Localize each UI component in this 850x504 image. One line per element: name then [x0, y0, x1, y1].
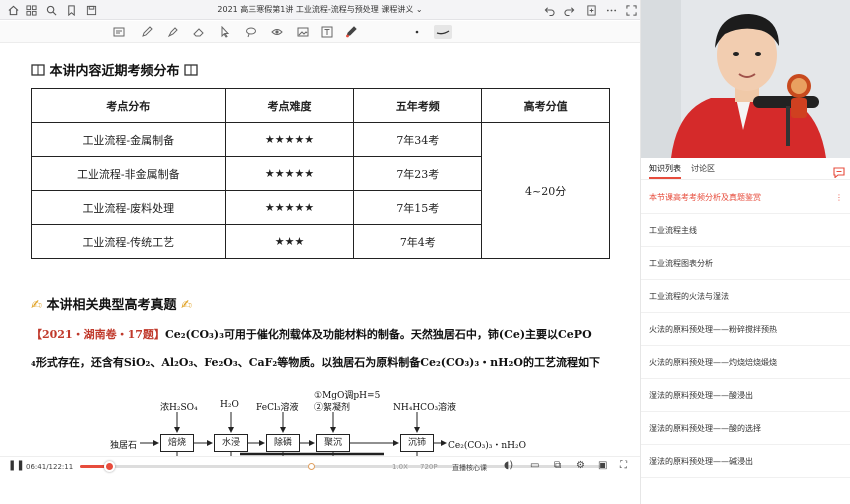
document-title: 2021 高三寒假第1讲 工业流程-流程与预处理 课程讲义 ⌄ — [200, 4, 440, 15]
progress-bar[interactable] — [80, 461, 600, 472]
home-icon[interactable] — [6, 3, 20, 17]
highlighter-icon[interactable] — [166, 25, 180, 39]
list-item[interactable]: 湿法的原料预处理——酸浸出 — [641, 379, 850, 412]
progress-handle[interactable] — [103, 461, 115, 472]
search-icon[interactable] — [44, 3, 58, 17]
list-item[interactable]: 湿法的原料预处理——酸的选择 — [641, 412, 850, 445]
chat-icon[interactable] — [833, 163, 845, 182]
eye-icon[interactable] — [270, 25, 284, 39]
chevron-down-icon[interactable]: ⌄ — [416, 5, 423, 14]
tab-knowledge-list[interactable]: 知识列表 — [649, 163, 681, 179]
right-panel: 知识列表 讨论区 本节课高考考频分析及真题鉴赏 ⋮ 工业流程主线 工业流程图表分… — [640, 0, 850, 504]
course-type-label: 直播核心课 — [452, 464, 487, 472]
screenshot-icon[interactable]: ⧉ — [554, 460, 561, 471]
list-item[interactable]: 工业流程图表分析 — [641, 247, 850, 280]
list-item[interactable]: 工业流程的火法与湿法 — [641, 280, 850, 313]
list-item[interactable]: 湿法的原料预处理——碱浸出 — [641, 445, 850, 478]
tab-discussion[interactable]: 讨论区 — [691, 163, 715, 174]
redo-icon[interactable] — [562, 3, 576, 17]
dot-size-icon[interactable] — [410, 25, 424, 39]
list-item[interactable]: 本节课高考考频分析及真题鉴赏 ⋮ — [641, 181, 850, 214]
list-item-label: 本节课高考考频分析及真题鉴赏 — [649, 193, 761, 202]
window-icon[interactable]: ▣ — [598, 460, 607, 471]
image-icon[interactable] — [296, 25, 310, 39]
quality-selector[interactable]: 720P — [420, 463, 438, 471]
annotation-toolbar — [0, 21, 640, 43]
speed-selector[interactable]: 1.0X — [392, 463, 408, 471]
flowchart-arrows — [140, 412, 447, 456]
fullscreen-icon[interactable]: ⛶ — [620, 460, 627, 471]
current-time: 06:41 — [26, 463, 47, 471]
eraser-icon[interactable] — [192, 25, 206, 39]
subtitle-icon[interactable]: ▭ — [530, 460, 539, 471]
pause-icon[interactable]: ❚❚ — [8, 460, 25, 471]
list-item[interactable]: 工业流程主线 — [641, 214, 850, 247]
time-display: 06:41/122:11 — [26, 463, 74, 471]
document-title-text: 2021 高三寒假第1讲 工业流程-流程与预处理 课程讲义 — [217, 5, 414, 14]
list-item[interactable]: 火法的原料预处理——粉碎搅拌预热 — [641, 313, 850, 346]
pen-icon[interactable] — [140, 25, 154, 39]
teacher-camera-feed — [641, 0, 850, 158]
more-icon[interactable]: ⋮ — [835, 181, 843, 214]
settings-icon[interactable]: ⚙ — [576, 460, 585, 471]
list-item[interactable]: 火法的原料预处理——灼烧焙烧煅烧 — [641, 346, 850, 379]
save-icon[interactable] — [84, 3, 98, 17]
pen-color-icon[interactable] — [344, 25, 358, 39]
knowledge-list: 本节课高考考频分析及真题鉴赏 ⋮ 工业流程主线 工业流程图表分析 工业流程的火法… — [641, 181, 850, 504]
teacher-video-image — [641, 0, 850, 158]
fullscreen-icon[interactable] — [624, 3, 638, 17]
document-page: 本讲内容近期考频分布 考点分布 考点难度 五年考频 高考分值 工业流程-金属制备… — [0, 44, 640, 456]
chapter-marker[interactable] — [308, 463, 315, 470]
document-viewer: 2021 高三寒假第1讲 工业流程-流程与预处理 课程讲义 ⌄ 本讲内容近期考频… — [0, 0, 640, 504]
line-style-icon[interactable] — [434, 25, 452, 39]
text-frame-icon[interactable] — [112, 25, 126, 39]
top-toolbar: 2021 高三寒假第1讲 工业流程-流程与预处理 课程讲义 ⌄ — [0, 0, 640, 20]
lasso-icon[interactable] — [244, 25, 258, 39]
more-icon[interactable] — [604, 3, 618, 17]
panel-tabs: 知识列表 讨论区 — [641, 158, 850, 180]
add-page-icon[interactable] — [584, 3, 598, 17]
grid-icon[interactable] — [24, 3, 38, 17]
undo-icon[interactable] — [542, 3, 556, 17]
volume-icon[interactable]: ◖) — [504, 460, 513, 471]
pointer-icon[interactable] — [218, 25, 232, 39]
total-time: 122:11 — [48, 463, 74, 471]
text-tool-icon[interactable] — [320, 25, 334, 39]
bookmark-icon[interactable] — [64, 3, 78, 17]
video-player-controls: ❚❚ 06:41/122:11 1.0X 720P 直播核心课 ◖) ▭ ⧉ ⚙… — [0, 456, 640, 504]
